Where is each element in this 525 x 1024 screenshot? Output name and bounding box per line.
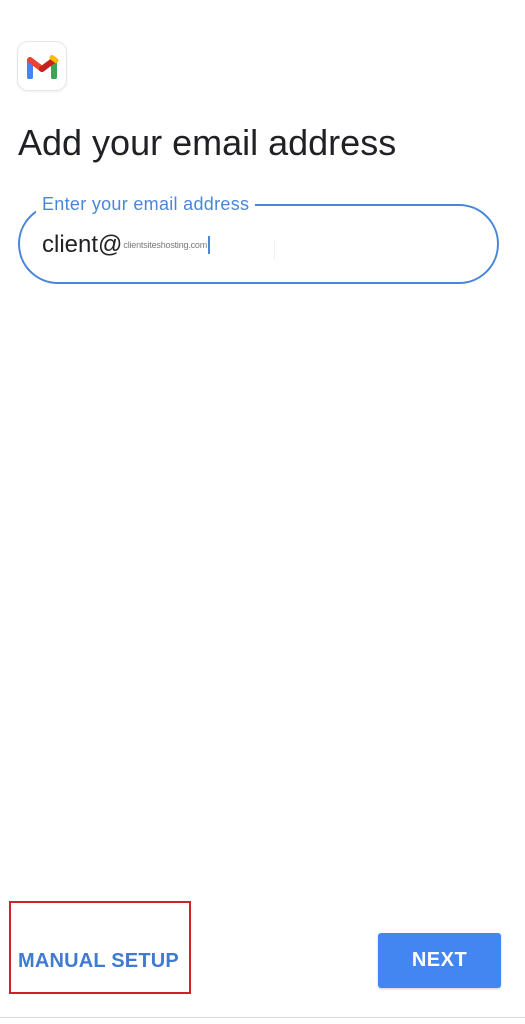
email-field-label: Enter your email address: [36, 194, 256, 214]
text-cursor: [208, 236, 210, 254]
email-value-local: client@: [42, 231, 123, 258]
email-field[interactable]: Enter your email address client@ clients…: [18, 194, 499, 284]
gmail-m-icon: [27, 55, 59, 79]
email-field-value[interactable]: client@ clientsiteshosting.com: [42, 230, 210, 260]
manual-setup-button[interactable]: MANUAL SETUP: [18, 944, 179, 978]
bottom-divider: [0, 1017, 525, 1018]
page-title: Add your email address: [18, 122, 397, 163]
field-artifact: [274, 240, 275, 260]
gmail-logo-icon: [18, 42, 66, 90]
email-value-domain: clientsiteshosting.com: [123, 240, 208, 250]
next-button[interactable]: NEXT: [378, 933, 501, 988]
